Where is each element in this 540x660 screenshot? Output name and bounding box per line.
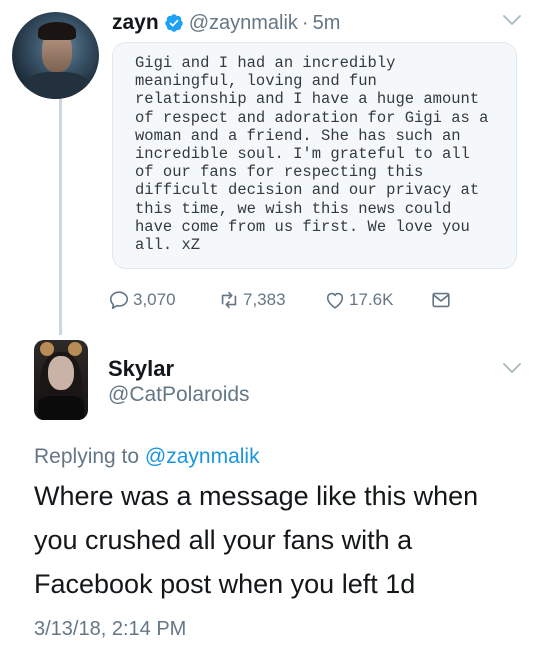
statement-line: of our fans for respecting this [135, 163, 424, 182]
statement-text: Gigi and I had an incredibly meaningful, … [135, 54, 515, 254]
skylar-avatar[interactable] [34, 340, 88, 420]
statement-line: Gigi and I had an incredibly [135, 54, 396, 72]
envelope-icon [432, 292, 450, 308]
reply-count: 3,070 [133, 290, 176, 309]
statement-line: have come from us first. We love you [135, 217, 470, 236]
statement-line: relationship and I have a huge amount [135, 90, 480, 109]
statement-line: meaningful, loving and fun [135, 72, 377, 91]
statement-line: this time, we wish this news could [135, 199, 452, 218]
reply-tweet-text: Where was a message like this when you c… [34, 481, 479, 599]
reply-button[interactable]: 3,070 [108, 288, 176, 312]
reply-author-name[interactable]: Skylar [108, 356, 174, 382]
separator-dot: · [301, 11, 309, 34]
statement-line: woman and a friend. She has such an [135, 126, 461, 145]
verified-badge-icon [164, 14, 183, 32]
replying-to-label: Replying to [34, 445, 140, 468]
thread-connector-line [59, 95, 62, 335]
author-name[interactable]: zayn [112, 11, 159, 35]
statement-line: of respect and adoration for Gigi as a [135, 108, 489, 127]
heart-icon [326, 292, 344, 309]
reply-timestamp[interactable]: 3/13/18, 2:14 PM [34, 618, 186, 641]
reply-icon [109, 291, 129, 310]
notes-app-screenshot[interactable]: Gigi and I had an incredibly meaningful, … [112, 42, 517, 269]
replying-to-mention[interactable]: @zaynmalik [145, 445, 260, 468]
original-tweet-header: zayn @zaynmalik · 5m [112, 10, 340, 36]
statement-line: incredible soul. I'm grateful to all [135, 145, 470, 164]
reply-author-handle[interactable]: @CatPolaroids [108, 383, 250, 407]
retweet-button[interactable]: 7,383 [218, 288, 286, 312]
chevron-down-icon[interactable] [503, 362, 521, 374]
replying-to-line: Replying to @zaynmalik [34, 445, 260, 469]
like-button[interactable]: 17.6K [324, 288, 393, 312]
retweet-count: 7,383 [243, 290, 286, 309]
retweet-icon [221, 291, 237, 309]
statement-line: difficult decision and our privacy at [135, 181, 480, 200]
zayn-avatar[interactable] [12, 12, 99, 99]
chevron-down-icon[interactable] [503, 14, 521, 26]
statement-line: all. xZ [135, 236, 201, 255]
author-handle[interactable]: @zaynmalik [189, 12, 298, 35]
direct-message-button[interactable] [430, 288, 452, 312]
tweet-time[interactable]: 5m [313, 12, 341, 35]
like-count: 17.6K [349, 290, 394, 309]
